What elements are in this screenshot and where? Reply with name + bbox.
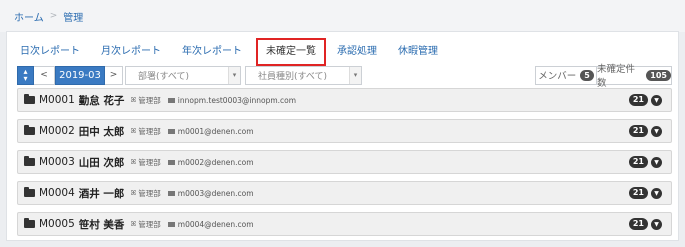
breadcrumb-separator: >	[49, 11, 58, 21]
member-row[interactable]: M0001 勤怠 花子 ꕤ 管理部 innopm.test0003@innopm…	[17, 88, 672, 112]
member-code: M0003	[39, 156, 75, 168]
member-code: M0005	[39, 218, 75, 230]
unconfirmed-count-badge: 21	[628, 94, 648, 106]
member-name: 田中 太郎	[78, 125, 125, 138]
member-code: M0001	[39, 94, 75, 106]
member-department: 管理部	[138, 219, 161, 229]
expand-toggle-icon[interactable]: ▼	[651, 218, 662, 230]
members-label: メンバー	[538, 71, 577, 82]
main-panel: 日次レポート 月次レポート 年次レポート 未確定一覧 承認処理 休暇管理 ▴ ▾ …	[6, 31, 679, 241]
group-icon: ꕤ	[130, 188, 137, 197]
member-name: 酒井 一郎	[78, 187, 125, 200]
tab-daily-report[interactable]: 日次レポート	[19, 40, 81, 64]
unconfirmed-count-badge: 21	[628, 218, 648, 230]
group-icon: ꕤ	[130, 157, 137, 166]
member-email: m0003@denen.com	[177, 188, 254, 198]
member-row[interactable]: M0003 山田 次郎 ꕤ 管理部 m0002@denen.com 21 ▼	[17, 150, 672, 174]
tab-approval[interactable]: 承認処理	[336, 40, 378, 64]
tab-yearly-report[interactable]: 年次レポート	[181, 40, 243, 64]
prev-month-button[interactable]: <	[34, 65, 55, 85]
folder-icon	[24, 156, 35, 166]
month-display[interactable]: 2019-03	[55, 65, 105, 85]
row-actions: 21 ▼	[628, 94, 662, 106]
toolbar: ▴ ▾ < 2019-03 > 部署(すべて) ▾ 社員種別(すべて) ▾ メンバ…	[17, 64, 672, 89]
expand-toggle-icon[interactable]: ▼	[651, 187, 662, 199]
chevron-right-icon: >	[109, 70, 118, 80]
member-department: 管理部	[138, 157, 161, 167]
mail-icon	[167, 97, 175, 103]
mail-icon	[167, 190, 175, 196]
folder-icon	[24, 125, 35, 135]
tab-monthly-report[interactable]: 月次レポート	[100, 40, 162, 64]
employee-type-select[interactable]: 社員種別(すべて) ▾	[245, 65, 362, 85]
member-email: m0001@denen.com	[177, 126, 254, 136]
folder-icon	[24, 218, 35, 228]
unconfirmed-count-badge: 21	[628, 187, 648, 199]
sort-button[interactable]: ▴ ▾	[17, 65, 34, 85]
chevron-left-icon: <	[40, 70, 48, 80]
expand-toggle-icon[interactable]: ▼	[651, 125, 662, 137]
member-list: M0001 勤怠 花子 ꕤ 管理部 innopm.test0003@innopm…	[17, 88, 672, 243]
sort-updown-icon: ▴ ▾	[23, 67, 28, 83]
tab-bar: 日次レポート 月次レポート 年次レポート 未確定一覧 承認処理 休暇管理	[19, 37, 458, 66]
expand-toggle-icon[interactable]: ▼	[651, 156, 662, 168]
folder-icon	[24, 187, 35, 197]
caret-down-icon: ▾	[349, 66, 361, 84]
department-select[interactable]: 部署(すべて) ▾	[125, 65, 241, 85]
unconfirmed-count-button[interactable]: 未確定件数 105	[597, 64, 672, 89]
member-name: 笹村 美香	[78, 218, 125, 231]
unconfirmed-count-badge: 105	[646, 69, 671, 81]
member-email: m0004@denen.com	[177, 219, 254, 229]
breadcrumb-home-link[interactable]: ホーム	[14, 9, 44, 24]
expand-toggle-icon[interactable]: ▼	[651, 94, 662, 106]
caret-down-icon: ▾	[228, 66, 240, 84]
member-name: 山田 次郎	[78, 156, 125, 169]
employee-type-select-value: 社員種別(すべて)	[258, 71, 328, 82]
tab-unconfirmed-list[interactable]: 未確定一覧	[256, 37, 326, 66]
member-name: 勤怠 花子	[78, 94, 125, 107]
department-select-value: 部署(すべて)	[138, 71, 190, 82]
mail-icon	[167, 159, 175, 165]
unconfirmed-label: 未確定件数	[597, 64, 636, 89]
mail-icon	[167, 128, 175, 134]
tab-leave-management[interactable]: 休暇管理	[397, 40, 439, 64]
summary-buttons: メンバー 5 未確定件数 105	[535, 64, 672, 89]
member-row[interactable]: M0005 笹村 美香 ꕤ 管理部 m0004@denen.com 21 ▼	[17, 212, 672, 236]
folder-icon	[24, 94, 35, 104]
member-department: 管理部	[138, 126, 161, 136]
group-icon: ꕤ	[130, 126, 137, 135]
group-icon: ꕤ	[130, 219, 137, 228]
member-code: M0002	[39, 125, 75, 137]
member-code: M0004	[39, 187, 75, 199]
group-icon: ꕤ	[130, 95, 137, 104]
row-actions: 21 ▼	[628, 156, 662, 168]
member-department: 管理部	[138, 188, 161, 198]
unconfirmed-count-badge: 21	[628, 156, 648, 168]
members-count-badge: 5	[580, 69, 594, 81]
member-department: 管理部	[138, 95, 161, 105]
member-email: innopm.test0003@innopm.com	[177, 95, 297, 105]
member-row[interactable]: M0002 田中 太郎 ꕤ 管理部 m0001@denen.com 21 ▼	[17, 119, 672, 143]
row-actions: 21 ▼	[628, 218, 662, 230]
next-month-button[interactable]: >	[105, 65, 123, 85]
row-actions: 21 ▼	[628, 125, 662, 137]
unconfirmed-count-badge: 21	[628, 125, 648, 137]
member-row[interactable]: M0004 酒井 一郎 ꕤ 管理部 m0003@denen.com 21 ▼	[17, 181, 672, 205]
mail-icon	[167, 221, 175, 227]
breadcrumb-current[interactable]: 管理	[63, 9, 83, 24]
members-button[interactable]: メンバー 5	[535, 65, 597, 85]
row-actions: 21 ▼	[628, 187, 662, 199]
breadcrumb: ホーム > 管理	[0, 0, 685, 32]
member-email: m0002@denen.com	[177, 157, 254, 167]
